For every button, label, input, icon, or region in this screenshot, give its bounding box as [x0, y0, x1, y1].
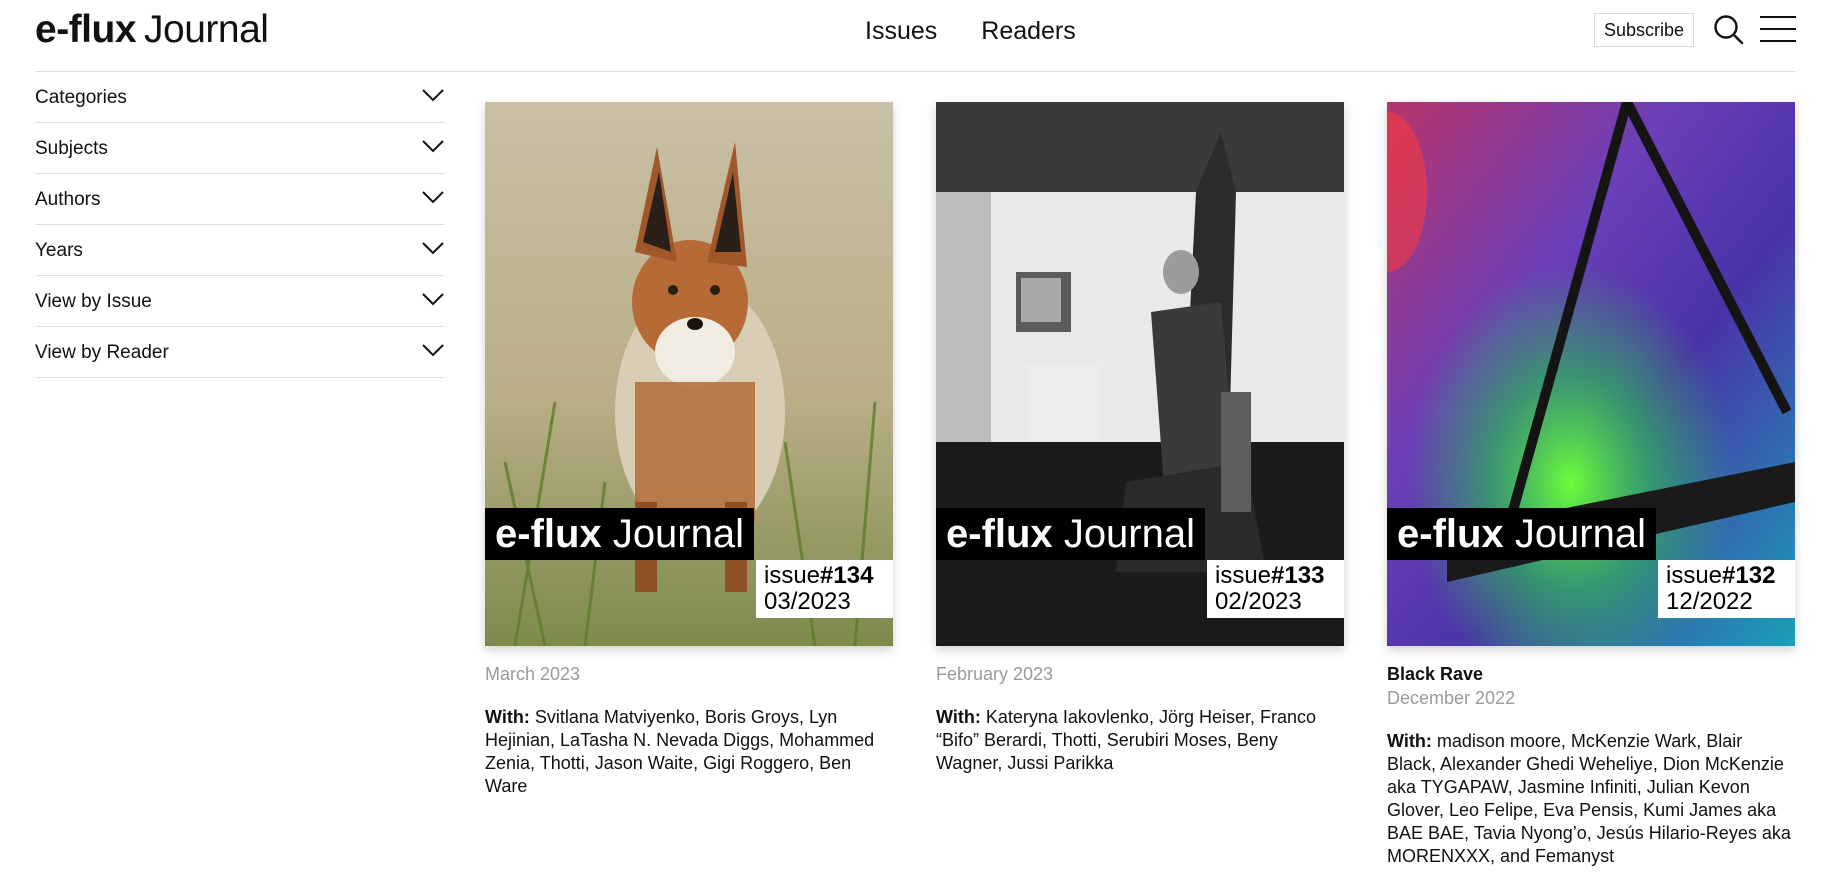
issue-title[interactable]: Black Rave: [1387, 662, 1795, 686]
logo-bold: e-flux: [35, 8, 137, 51]
cover-brand: e-flux Journal: [485, 508, 755, 560]
nav-issues[interactable]: Issues: [865, 17, 937, 46]
issue-cover-date: 12/2022: [1666, 588, 1753, 615]
filter-label: View by Reader: [35, 342, 169, 363]
contributor-list: madison moore, McKenzie Wark, Blair Blac…: [1387, 731, 1791, 866]
chevron-down-icon: [422, 242, 444, 255]
cover-brand-rest: Journal: [1514, 512, 1647, 556]
issue-cover[interactable]: e-flux Journal issue#133 02/2023: [936, 102, 1344, 646]
cover-brand: e-flux Journal: [936, 508, 1206, 560]
filter-label: Authors: [35, 189, 101, 210]
filter-subjects[interactable]: Subjects: [35, 123, 445, 174]
cover-brand-rest: Journal: [1063, 512, 1196, 556]
filter-label: View by Issue: [35, 291, 152, 312]
contributor-list: Kateryna Iakovlenko, Jörg Heiser, Franco…: [936, 707, 1317, 773]
nav-readers[interactable]: Readers: [981, 17, 1076, 46]
cover-brand: e-flux Journal: [1387, 508, 1657, 560]
cover-brand-rest: Journal: [612, 512, 745, 556]
filter-sidebar: Categories Subjects Authors Years View b…: [35, 72, 445, 378]
issue-date: March 2023: [485, 664, 581, 684]
filter-authors[interactable]: Authors: [35, 174, 445, 225]
contributor-list: Svitlana Matviyenko, Boris Groys, Lyn He…: [485, 707, 875, 796]
with-label: With:: [485, 707, 530, 727]
issue-contributors: With: madison moore, McKenzie Wark, Blai…: [1387, 730, 1795, 868]
issue-prefix: issue: [1666, 562, 1723, 589]
with-label: With:: [1387, 731, 1432, 751]
chevron-down-icon: [422, 191, 444, 204]
issue-cover-date: 03/2023: [764, 588, 851, 615]
issue-date: February 2023: [936, 664, 1054, 684]
issue-card[interactable]: e-flux Journal issue#133 02/2023 Februar…: [936, 102, 1344, 775]
cover-issue-label: issue#134 03/2023: [756, 560, 893, 618]
top-nav: Issues Readers: [865, 17, 1076, 46]
cover-issue-label: issue#133 02/2023: [1207, 560, 1344, 618]
site-header: e-flux Journal Issues Readers Subscribe: [35, 0, 1797, 72]
issue-number: #133: [1271, 562, 1325, 589]
filter-view-by-reader[interactable]: View by Reader: [35, 327, 445, 378]
issue-card[interactable]: e-flux Journal issue#134 03/2023 March 2…: [485, 102, 893, 798]
issue-cover-date: 02/2023: [1215, 588, 1302, 615]
chevron-down-icon: [422, 293, 444, 306]
with-label: With:: [936, 707, 981, 727]
chevron-down-icon: [422, 89, 444, 102]
filter-label: Subjects: [35, 138, 108, 159]
subscribe-button[interactable]: Subscribe: [1594, 13, 1695, 47]
issue-prefix: issue: [764, 562, 821, 589]
filter-categories[interactable]: Categories: [35, 72, 445, 123]
search-icon[interactable]: [1713, 14, 1745, 46]
logo-rest: Journal: [144, 8, 269, 51]
chevron-down-icon: [422, 140, 444, 153]
site-logo[interactable]: e-flux Journal: [35, 8, 269, 52]
issue-cover[interactable]: e-flux Journal issue#132 12/2022: [1387, 102, 1795, 646]
issue-contributors: With: Kateryna Iakovlenko, Jörg Heiser, …: [936, 706, 1344, 775]
issue-contributors: With: Svitlana Matviyenko, Boris Groys, …: [485, 706, 893, 798]
issue-prefix: issue: [1215, 562, 1272, 589]
filter-years[interactable]: Years: [35, 225, 445, 276]
issue-number: #134: [820, 562, 874, 589]
cover-brand-bold: e-flux: [495, 512, 602, 556]
cover-brand-bold: e-flux: [946, 512, 1053, 556]
issue-card[interactable]: e-flux Journal issue#132 12/2022 Black R…: [1387, 102, 1795, 868]
filter-label: Categories: [35, 87, 127, 108]
filter-view-by-issue[interactable]: View by Issue: [35, 276, 445, 327]
chevron-down-icon: [422, 344, 444, 357]
issue-number: #132: [1722, 562, 1776, 589]
issue-date: December 2022: [1387, 688, 1516, 708]
filter-label: Years: [35, 240, 83, 261]
issue-cover[interactable]: e-flux Journal issue#134 03/2023: [485, 102, 893, 646]
cover-issue-label: issue#132 12/2022: [1658, 560, 1795, 618]
cover-brand-bold: e-flux: [1397, 512, 1504, 556]
hamburger-menu-icon[interactable]: [1759, 14, 1797, 44]
